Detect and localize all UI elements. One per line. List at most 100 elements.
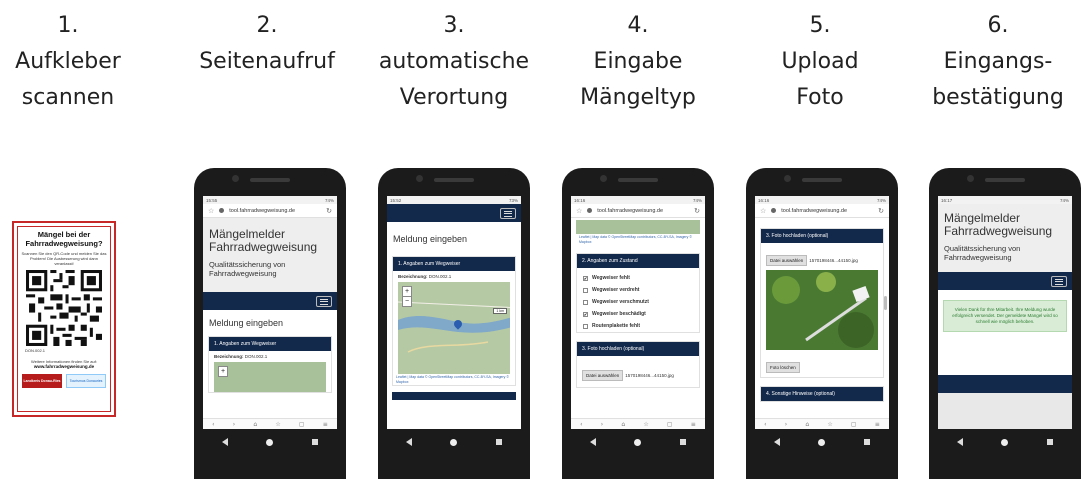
reload-icon[interactable]: ↻ (694, 207, 700, 215)
phone-screen: 15:52 73% Meldung eingeben 1. Angaben zum… (387, 196, 521, 429)
delete-photo-button[interactable]: Foto löschen (766, 362, 800, 373)
reload-icon[interactable]: ↻ (878, 207, 884, 215)
home-icon[interactable]: ⌂ (805, 421, 809, 428)
phone-step-2: 15:55 74% ☆ tool.fahrradwegweisung.de ↻ Män… (194, 168, 346, 479)
bookmark-icon[interactable]: ☆ (827, 421, 832, 428)
step-label-line1: automatische (378, 49, 530, 74)
field-value: DON.002.1 (428, 274, 452, 279)
status-time: 16:17 (941, 197, 953, 203)
bookmark-icon[interactable]: ☆ (643, 421, 648, 428)
checkbox-label: Routenplakette fehlt (592, 323, 641, 329)
checkbox-checked-icon[interactable]: ✔ (583, 275, 588, 281)
recent-apps-icon[interactable] (679, 439, 686, 445)
map-attribution[interactable]: Leaflet | Map data © OpenStreetMap contr… (576, 234, 700, 245)
map-scale: 1 km (493, 308, 507, 314)
checkbox-option[interactable]: Wegweiser verdreht (577, 284, 699, 296)
app-title: Mängelmelder Fahrradwegweisung (209, 227, 318, 254)
file-select-button[interactable]: Datei auswählen (766, 255, 808, 266)
menu-icon[interactable] (500, 208, 516, 219)
star-icon[interactable]: ☆ (208, 207, 214, 215)
checkbox-icon[interactable] (583, 323, 588, 329)
sticker-logo-left: Landkreis Donau-Ries (22, 374, 62, 388)
recent-apps-icon[interactable] (311, 439, 318, 445)
home-button-icon[interactable] (266, 438, 274, 446)
menu-lines-icon[interactable]: ≡ (691, 421, 696, 428)
zoom-out-icon[interactable]: − (402, 296, 412, 307)
home-button-icon[interactable] (1001, 438, 1009, 446)
home-button-icon[interactable] (450, 438, 458, 446)
app-subtitle: Qualitätssicherung von Fahrradwegweisung (209, 260, 286, 278)
star-icon[interactable]: ☆ (760, 207, 766, 215)
checkbox-option[interactable]: Wegweiser verschmutzt (577, 296, 699, 308)
back-icon[interactable] (406, 438, 413, 446)
zoom-control[interactable]: + (218, 366, 228, 377)
menu-lines-icon[interactable]: ≡ (323, 421, 328, 428)
step-label-line2: Verortung (399, 85, 509, 110)
status-time: 16:16 (574, 197, 586, 203)
section-header: 3. Foto hochladen (optional) (761, 229, 883, 243)
section-header: 2. Angaben zum Zustand (577, 254, 699, 268)
home-icon[interactable]: ⌂ (253, 421, 257, 428)
checkbox-checked-icon[interactable]: ✔ (583, 311, 588, 317)
step-label-line1: Eingangs- (943, 49, 1053, 74)
qr-sticker: Mängel bei der Fahrradwegweisung? Scanne… (12, 221, 116, 417)
map[interactable] (576, 220, 700, 234)
home-button-icon[interactable] (634, 438, 642, 446)
menu-lines-icon[interactable]: ≡ (875, 421, 880, 428)
scrollbar[interactable] (884, 296, 887, 310)
star-icon[interactable]: ☆ (576, 207, 582, 215)
checkbox-option[interactable]: ✔ Wegweiser beschädigt (577, 308, 699, 320)
status-battery: 74% (692, 197, 702, 203)
status-time: 16:16 (758, 197, 770, 203)
recent-apps-icon[interactable] (1046, 439, 1053, 445)
url-bar[interactable]: tool.fahrradwegweisung.de (781, 208, 873, 214)
phone-screen: 15:55 74% ☆ tool.fahrradwegweisung.de ↻ Män… (203, 196, 337, 429)
step-6-heading: 6. Eingangs- bestätigung (913, 8, 1083, 116)
map[interactable]: + − 1 km (398, 282, 510, 374)
url-bar[interactable]: tool.fahrradwegweisung.de (229, 208, 321, 214)
status-battery: 74% (1059, 197, 1069, 203)
app-subtitle: Qualitätssicherung von Fahrradwegweisung (944, 244, 1021, 262)
file-name: 1570198446...44150.jpg (809, 258, 858, 263)
checkbox-option[interactable]: ✔ Wegweiser fehlt (577, 272, 699, 284)
checkbox-option[interactable]: Routenplakette fehlt (577, 320, 699, 332)
step-label-line2: Foto (796, 85, 844, 110)
home-button-icon[interactable] (818, 438, 826, 446)
checkbox-icon[interactable] (583, 299, 588, 305)
section-header: 1. Angaben zum Wegweiser (393, 257, 515, 271)
phone-step-5: 16:16 74% ☆ tool.fahrradwegweisung.de ↻ 3. … (746, 168, 898, 479)
map-attribution[interactable]: Leaflet | Map data © OpenStreetMap contr… (393, 374, 515, 385)
back-icon[interactable] (222, 438, 229, 446)
step-label-line1: Seitenaufruf (199, 49, 335, 74)
checkbox-label: Wegweiser verdreht (592, 287, 640, 293)
file-name: 1570198446...44150.jpg (625, 373, 674, 378)
back-icon[interactable] (590, 438, 597, 446)
success-message: Vielen Dank für Ihre Mitarbeit. Ihre Mel… (943, 300, 1067, 332)
step-number: 1. (57, 13, 79, 38)
reload-icon[interactable]: ↻ (326, 207, 332, 215)
url-bar[interactable]: tool.fahrradwegweisung.de (597, 208, 689, 214)
lock-icon (587, 208, 593, 213)
back-icon[interactable] (957, 438, 964, 446)
back-icon[interactable] (774, 438, 781, 446)
phone-screen: 16:16 74% ☆ tool.fahrradwegweisung.de ↻ Lea… (571, 196, 705, 429)
tabs-icon[interactable]: ▢ (851, 421, 857, 428)
tabs-icon[interactable]: ▢ (299, 421, 305, 428)
menu-icon[interactable] (1051, 276, 1067, 287)
page-title: Meldung eingeben (393, 234, 468, 244)
file-select-button[interactable]: Datei auswählen (582, 370, 624, 381)
tabs-icon[interactable]: ▢ (667, 421, 673, 428)
menu-icon[interactable] (316, 296, 332, 307)
recent-apps-icon[interactable] (863, 439, 870, 445)
home-icon[interactable]: ⌂ (621, 421, 625, 428)
checkbox-icon[interactable] (583, 287, 588, 293)
status-battery: 74% (876, 197, 886, 203)
step-number: 6. (987, 13, 1009, 38)
recent-apps-icon[interactable] (495, 439, 502, 445)
field-label: Bezeichnung: (214, 354, 244, 359)
phone-screen: 16:17 74% Mängelmelder Fahrradwegweisung … (938, 196, 1072, 429)
map[interactable]: + (214, 362, 326, 392)
step-number: 4. (627, 13, 649, 38)
checkbox-label: Wegweiser beschädigt (592, 311, 646, 317)
bookmark-icon[interactable]: ☆ (275, 421, 280, 428)
